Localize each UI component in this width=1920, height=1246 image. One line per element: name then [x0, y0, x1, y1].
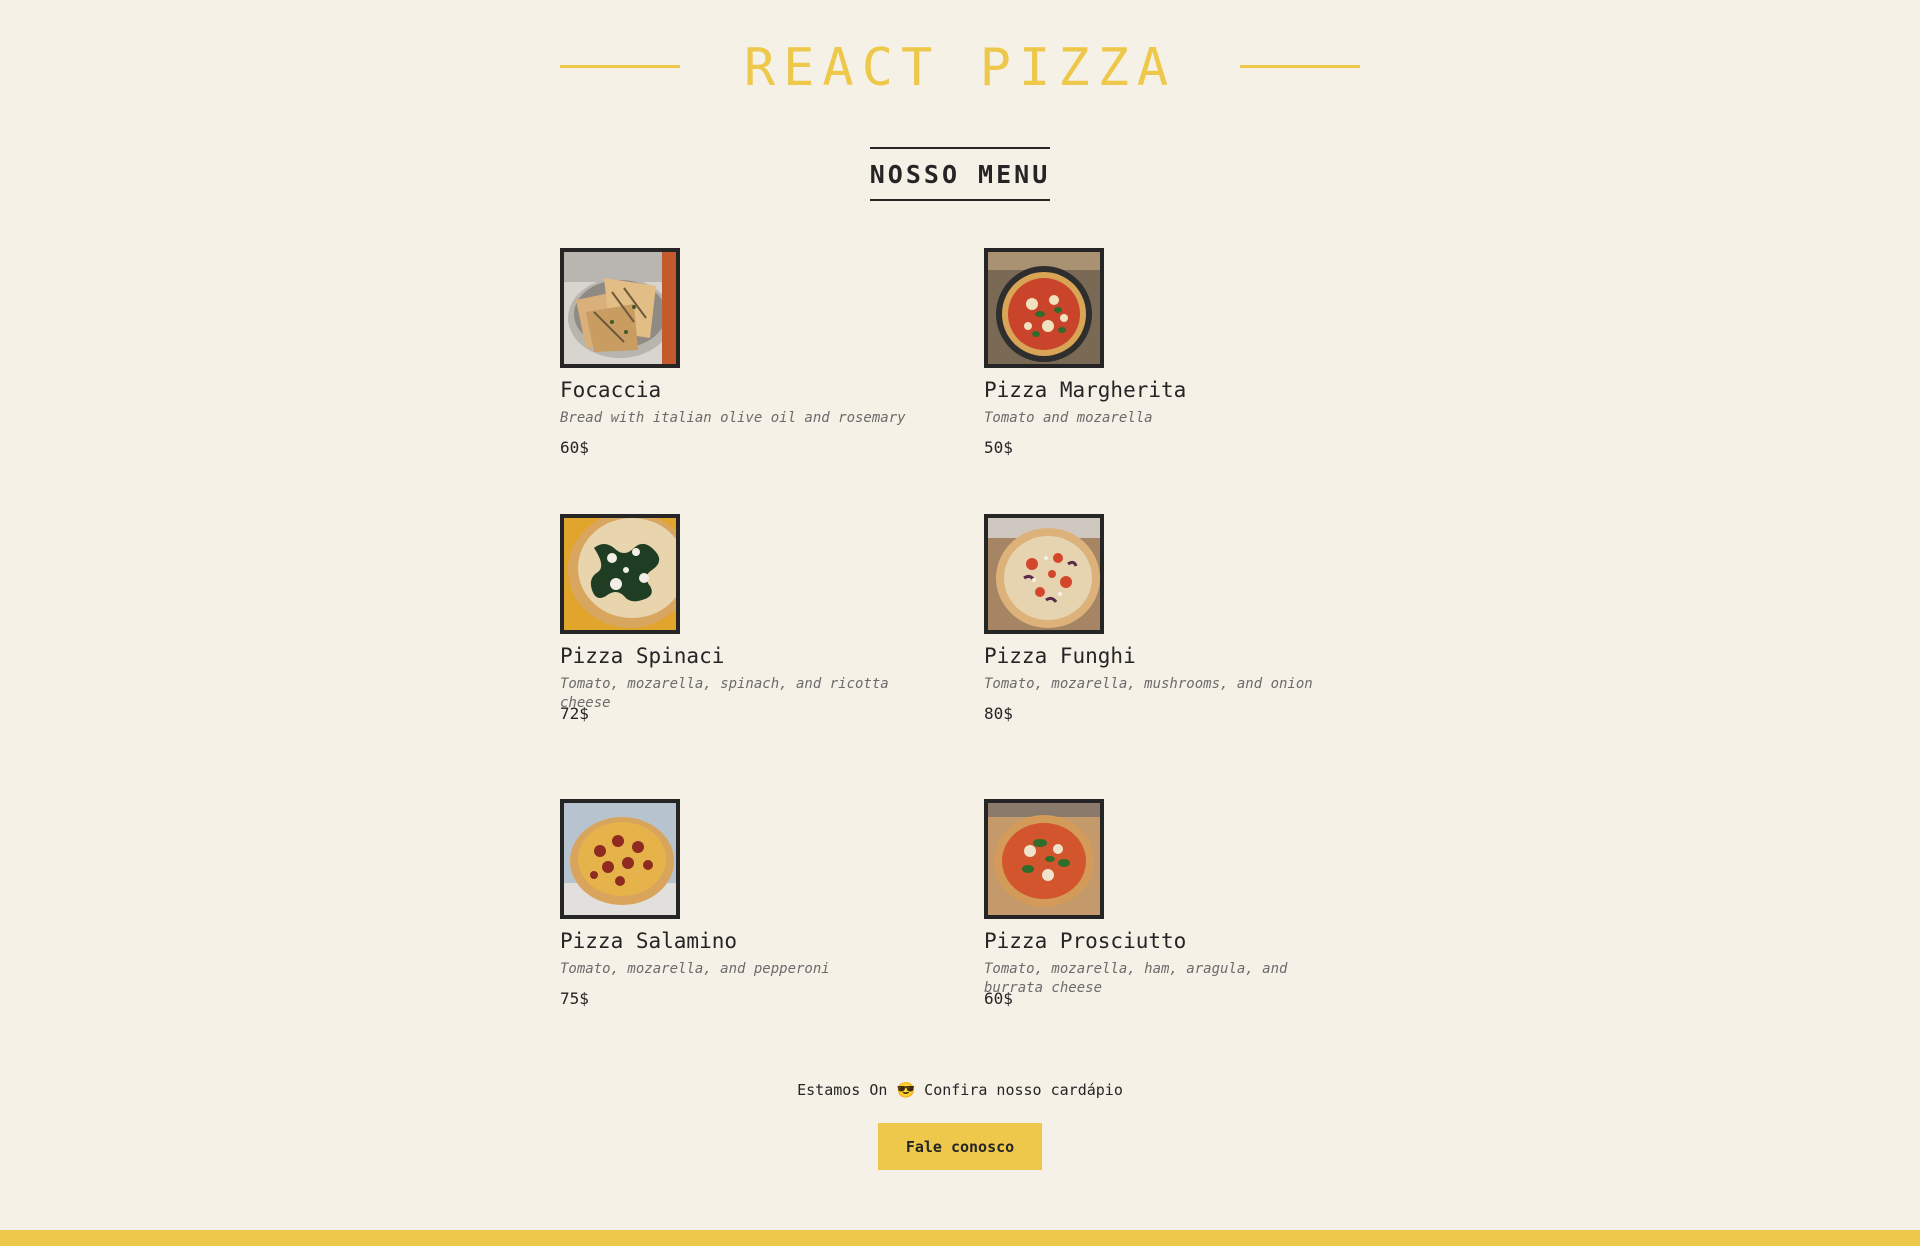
bottom-accent-bar	[0, 1230, 1920, 1246]
menu-item: Pizza Margherita Tomato and mozarella 50…	[984, 248, 1360, 514]
menu-grid: Focaccia Bread with italian olive oil an…	[560, 248, 1360, 1039]
menu-title: NOSSO MENU	[869, 147, 1051, 201]
header: REACT PIZZA	[560, 38, 1360, 98]
menu-item: Pizza Prosciutto Tomato, mozarella, ham,…	[984, 799, 1360, 1039]
item-price: 80$	[984, 704, 1013, 723]
header-line-right	[1240, 65, 1360, 68]
spinaci-image	[560, 514, 680, 634]
focaccia-image	[560, 248, 680, 368]
menu-item: Pizza Salamino Tomato, mozarella, and pe…	[560, 799, 984, 1039]
menu-title-wrap: NOSSO MENU	[560, 147, 1360, 201]
contact-button-wrap: Fale conosco	[560, 1123, 1360, 1170]
salamino-image	[560, 799, 680, 919]
margherita-image	[984, 248, 1104, 368]
item-name: Pizza Margherita	[984, 378, 1187, 402]
page-title: REACT PIZZA	[743, 38, 1177, 98]
funghi-image	[984, 514, 1104, 634]
item-name: Pizza Prosciutto	[984, 929, 1187, 953]
prosciutto-image	[984, 799, 1104, 919]
item-name: Pizza Salamino	[560, 929, 738, 953]
item-price: 75$	[560, 989, 589, 1008]
menu-item: Pizza Spinaci Tomato, mozarella, spinach…	[560, 514, 984, 799]
open-status-text: Estamos On 😎 Confira nosso cardápio	[797, 1081, 1123, 1099]
menu-item: Pizza Funghi Tomato, mozarella, mushroom…	[984, 514, 1360, 799]
item-price: 72$	[560, 704, 589, 723]
item-name: Pizza Funghi	[984, 644, 1136, 668]
menu-item: Focaccia Bread with italian olive oil an…	[560, 248, 984, 514]
item-price: 50$	[984, 438, 1013, 457]
item-name: Focaccia	[560, 378, 662, 402]
item-price: 60$	[560, 438, 589, 457]
item-name: Pizza Spinaci	[560, 644, 725, 668]
contact-button[interactable]: Fale conosco	[878, 1123, 1042, 1170]
